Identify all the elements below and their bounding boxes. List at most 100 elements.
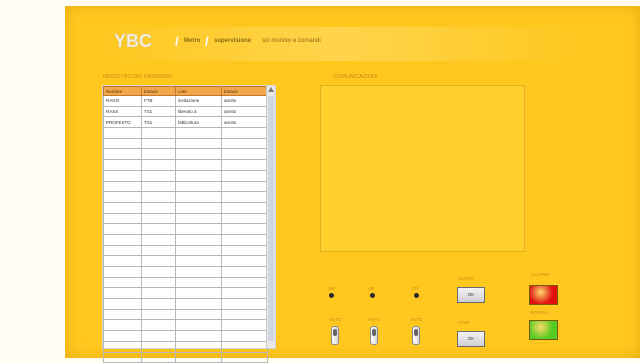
table-cell[interactable] <box>175 201 222 214</box>
table-cell[interactable] <box>221 201 268 214</box>
table-cell[interactable] <box>141 223 176 235</box>
table-row[interactable] <box>103 298 268 310</box>
table-cell[interactable] <box>221 223 268 235</box>
table-cell[interactable] <box>221 255 268 267</box>
table-cell[interactable] <box>141 330 176 342</box>
table-cell[interactable] <box>221 287 268 300</box>
table-cell[interactable] <box>221 233 268 246</box>
table-cell[interactable] <box>103 255 142 267</box>
scrollbar-thumb[interactable] <box>268 96 274 341</box>
table-cell[interactable] <box>141 276 176 289</box>
table-row[interactable] <box>103 212 268 225</box>
table-cell[interactable] <box>103 330 142 342</box>
table-cell[interactable]: TS1 <box>141 116 176 129</box>
table-cell[interactable] <box>221 127 268 139</box>
table-cell[interactable] <box>175 223 222 235</box>
table-cell[interactable] <box>103 169 142 182</box>
table-row[interactable] <box>103 287 268 300</box>
table-cell[interactable] <box>175 159 222 171</box>
table-cell[interactable] <box>221 266 268 278</box>
table-row[interactable] <box>103 233 268 246</box>
table-cell[interactable] <box>175 137 222 150</box>
table-row[interactable]: RASS TS1 liberato a annito <box>103 105 268 118</box>
table-cell[interactable] <box>221 191 268 203</box>
breadcrumb-metro[interactable]: Metro <box>184 38 200 44</box>
table-cell[interactable] <box>175 308 222 321</box>
table-cell[interactable] <box>221 298 268 310</box>
table-cell[interactable]: fatticnitura <box>175 116 222 129</box>
avanti-ok-button[interactable]: OK <box>457 287 485 303</box>
communications-area[interactable] <box>320 85 525 252</box>
table-cell[interactable]: RASS <box>103 105 142 118</box>
table-cell[interactable] <box>141 287 176 300</box>
breadcrumb-supervisione[interactable]: supervisione <box>214 38 251 44</box>
table-cell[interactable] <box>221 148 268 161</box>
table-cell[interactable] <box>175 319 222 332</box>
table-cell[interactable] <box>221 137 268 150</box>
table-cell[interactable] <box>175 169 222 182</box>
table-row[interactable] <box>103 137 268 150</box>
table-cell[interactable] <box>141 244 176 257</box>
table-cell[interactable] <box>141 266 176 278</box>
table-cell[interactable]: invitazione <box>175 95 222 107</box>
table-cell[interactable] <box>103 180 142 193</box>
table-cell[interactable] <box>221 319 268 332</box>
table-cell[interactable]: TS1 <box>141 105 176 118</box>
table-cell[interactable] <box>103 319 142 332</box>
table-cell[interactable] <box>221 276 268 289</box>
register-table-container[interactable]: Nombre Estado Lote Estado RAGO FTB invitaz… <box>102 85 276 363</box>
table-row[interactable]: PROFESTO TS1 fatticnitura annito <box>103 116 268 129</box>
table-row[interactable] <box>103 308 268 321</box>
table-cell[interactable] <box>175 180 222 193</box>
table-cell[interactable] <box>103 191 142 203</box>
table-cell[interactable] <box>221 180 268 193</box>
table-cell[interactable] <box>175 276 222 289</box>
table-cell[interactable] <box>141 255 176 267</box>
column-header[interactable]: Estado <box>221 86 268 96</box>
table-cell[interactable] <box>141 127 176 139</box>
table-cell[interactable] <box>103 308 142 321</box>
table-cell[interactable] <box>103 223 142 235</box>
table-cell[interactable] <box>103 137 142 150</box>
table-cell[interactable] <box>103 201 142 214</box>
table-cell[interactable] <box>175 244 222 257</box>
auto-toggle-switch[interactable] <box>331 326 339 345</box>
table-cell[interactable] <box>103 351 142 363</box>
table-cell[interactable]: liberato a <box>175 105 222 118</box>
table-row[interactable] <box>103 191 268 203</box>
table-cell[interactable]: PROFESTO <box>103 116 142 129</box>
column-header[interactable]: Lote <box>175 86 222 96</box>
table-cell[interactable] <box>103 212 142 225</box>
table-cell[interactable] <box>175 127 222 139</box>
table-cell[interactable] <box>103 148 142 161</box>
table-row[interactable] <box>103 255 268 267</box>
table-cell[interactable] <box>175 266 222 278</box>
auto-toggle-switch[interactable] <box>370 326 378 345</box>
table-cell[interactable] <box>103 340 142 353</box>
table-cell[interactable]: RAGO <box>103 95 142 107</box>
auto-toggle-switch[interactable] <box>412 326 420 345</box>
table-cell[interactable] <box>175 298 222 310</box>
table-row[interactable] <box>103 276 268 289</box>
table-cell[interactable] <box>141 212 176 225</box>
table-cell[interactable] <box>175 148 222 161</box>
table-row[interactable] <box>103 340 268 353</box>
table-cell[interactable] <box>175 351 222 363</box>
table-cell[interactable]: annito <box>221 105 268 118</box>
vertical-scrollbar[interactable] <box>266 86 275 348</box>
table-cell[interactable] <box>221 244 268 257</box>
table-cell[interactable] <box>141 340 176 353</box>
table-cell[interactable] <box>221 159 268 171</box>
table-cell[interactable] <box>141 233 176 246</box>
table-cell[interactable] <box>221 351 268 363</box>
table-row[interactable] <box>103 169 268 182</box>
table-cell[interactable] <box>175 340 222 353</box>
column-header[interactable]: Nombre <box>103 86 142 96</box>
table-cell[interactable] <box>141 180 176 193</box>
table-row[interactable] <box>103 319 268 332</box>
table-cell[interactable] <box>221 169 268 182</box>
table-row[interactable] <box>103 244 268 257</box>
table-cell[interactable] <box>141 191 176 203</box>
table-row[interactable] <box>103 351 268 363</box>
table-cell[interactable] <box>103 266 142 278</box>
